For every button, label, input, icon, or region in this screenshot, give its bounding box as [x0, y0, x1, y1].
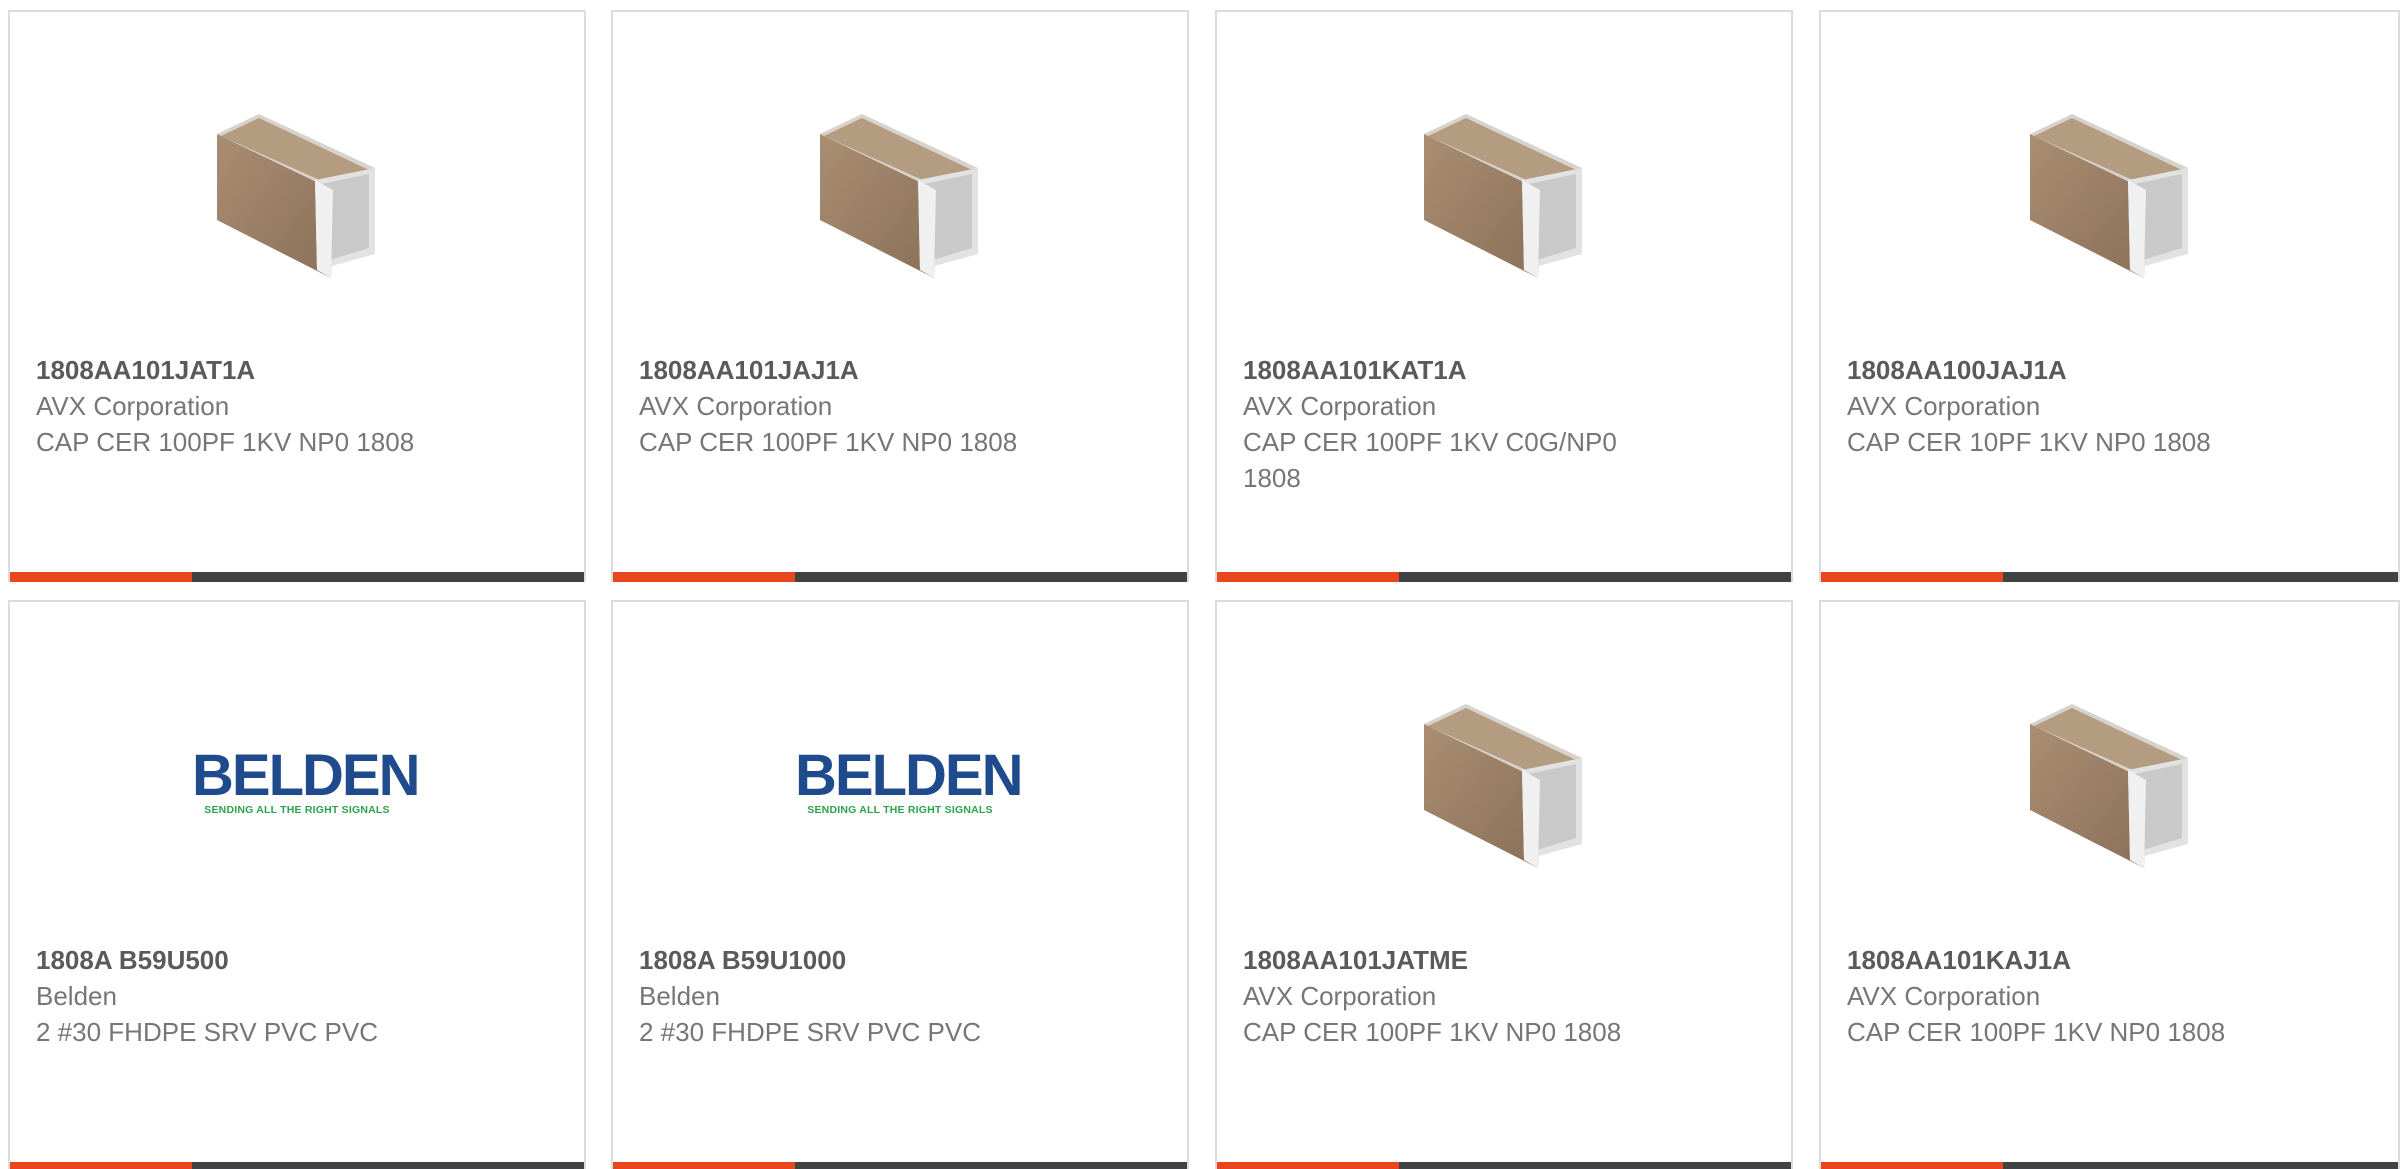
capacitor-chip-image: [2030, 704, 2188, 868]
manufacturer-name: AVX Corporation: [1243, 391, 1437, 421]
product-image[interactable]: [1821, 82, 2398, 302]
part-number[interactable]: 1808AA101JAT1A: [36, 352, 558, 388]
manufacturer-name: Belden: [639, 981, 720, 1011]
product-description: CAP CER 100PF 1KV NP0 1808: [36, 427, 415, 457]
card-accent-bar: [1217, 1162, 1399, 1169]
product-description: CAP CER 100PF 1KV NP0 1808: [1847, 1017, 2226, 1047]
manufacturer-name: AVX Corporation: [36, 391, 230, 421]
card-accent-bar: [613, 1162, 795, 1169]
card-accent-bar: [1217, 572, 1399, 582]
part-number[interactable]: 1808A B59U1000: [639, 942, 1161, 978]
manufacturer-name: AVX Corporation: [1847, 981, 2041, 1011]
card-bottom-bar: [1217, 1162, 1791, 1169]
part-number[interactable]: 1808AA101KAT1A: [1243, 352, 1765, 388]
belden-logo-word: BELDEN: [192, 743, 420, 808]
manufacturer-name: AVX Corporation: [639, 391, 833, 421]
part-number[interactable]: 1808AA101KAJ1A: [1847, 942, 2372, 978]
manufacturer-name: AVX Corporation: [1243, 981, 1437, 1011]
card-accent-bar: [1821, 572, 2003, 582]
belden-logo: BELDEN SENDING ALL THE RIGHT SIGNALS: [192, 743, 420, 817]
capacitor-chip-image: [2030, 114, 2188, 278]
belden-logo-word: BELDEN: [795, 743, 1023, 808]
manufacturer-name: AVX Corporation: [1847, 391, 2041, 421]
product-card[interactable]: 1808AA101JATME AVX Corporation CAP CER 1…: [1215, 600, 1793, 1169]
product-image[interactable]: [613, 82, 1187, 302]
card-bottom-bar: [1821, 1162, 2398, 1169]
product-description: 2 #30 FHDPE SRV PVC PVC: [639, 1017, 981, 1047]
product-card[interactable]: 1808AA101KAJ1A AVX Corporation CAP CER 1…: [1819, 600, 2400, 1169]
product-image[interactable]: BELDEN SENDING ALL THE RIGHT SIGNALS: [10, 672, 584, 892]
belden-logo-tagline: SENDING ALL THE RIGHT SIGNALS: [807, 804, 993, 816]
card-accent-bar: [10, 1162, 192, 1169]
product-card[interactable]: 1808AA101KAT1A AVX Corporation CAP CER 1…: [1215, 10, 1793, 582]
card-bottom-bar: [10, 1162, 584, 1169]
product-description: CAP CER 10PF 1KV NP0 1808: [1847, 427, 2211, 457]
product-description: CAP CER 100PF 1KV NP0 1808: [639, 427, 1018, 457]
product-card[interactable]: 1808AA101JAJ1A AVX Corporation CAP CER 1…: [611, 10, 1189, 582]
part-number[interactable]: 1808A B59U500: [36, 942, 558, 978]
capacitor-chip-image: [1424, 704, 1582, 868]
product-grid: 1808AA101JAT1A AVX Corporation CAP CER 1…: [0, 0, 2400, 1169]
manufacturer-name: Belden: [36, 981, 117, 1011]
product-image[interactable]: [1217, 82, 1791, 302]
card-accent-bar: [10, 572, 192, 582]
card-accent-bar: [1821, 1162, 2003, 1169]
card-accent-bar: [613, 572, 795, 582]
product-description: CAP CER 100PF 1KV C0G/NP0 1808: [1243, 427, 1617, 493]
part-number[interactable]: 1808AA101JATME: [1243, 942, 1765, 978]
product-card[interactable]: 1808AA101JAT1A AVX Corporation CAP CER 1…: [8, 10, 586, 582]
card-bottom-bar: [613, 572, 1187, 582]
product-card[interactable]: BELDEN SENDING ALL THE RIGHT SIGNALS 180…: [8, 600, 586, 1169]
card-bottom-bar: [1821, 572, 2398, 582]
product-card[interactable]: BELDEN SENDING ALL THE RIGHT SIGNALS 180…: [611, 600, 1189, 1169]
card-bottom-bar: [1217, 572, 1791, 582]
part-number[interactable]: 1808AA100JAJ1A: [1847, 352, 2372, 388]
product-description: 2 #30 FHDPE SRV PVC PVC: [36, 1017, 378, 1047]
card-bottom-bar: [613, 1162, 1187, 1169]
product-image[interactable]: BELDEN SENDING ALL THE RIGHT SIGNALS: [613, 672, 1187, 892]
part-number[interactable]: 1808AA101JAJ1A: [639, 352, 1161, 388]
capacitor-chip-image: [820, 114, 978, 278]
capacitor-chip-image: [217, 114, 375, 278]
product-image[interactable]: [1217, 672, 1791, 892]
product-card[interactable]: 1808AA100JAJ1A AVX Corporation CAP CER 1…: [1819, 10, 2400, 582]
product-image[interactable]: [1821, 672, 2398, 892]
product-description: CAP CER 100PF 1KV NP0 1808: [1243, 1017, 1622, 1047]
card-bottom-bar: [10, 572, 584, 582]
belden-logo: BELDEN SENDING ALL THE RIGHT SIGNALS: [795, 743, 1023, 817]
product-image[interactable]: [10, 82, 584, 302]
belden-logo-tagline: SENDING ALL THE RIGHT SIGNALS: [204, 804, 390, 816]
capacitor-chip-image: [1424, 114, 1582, 278]
